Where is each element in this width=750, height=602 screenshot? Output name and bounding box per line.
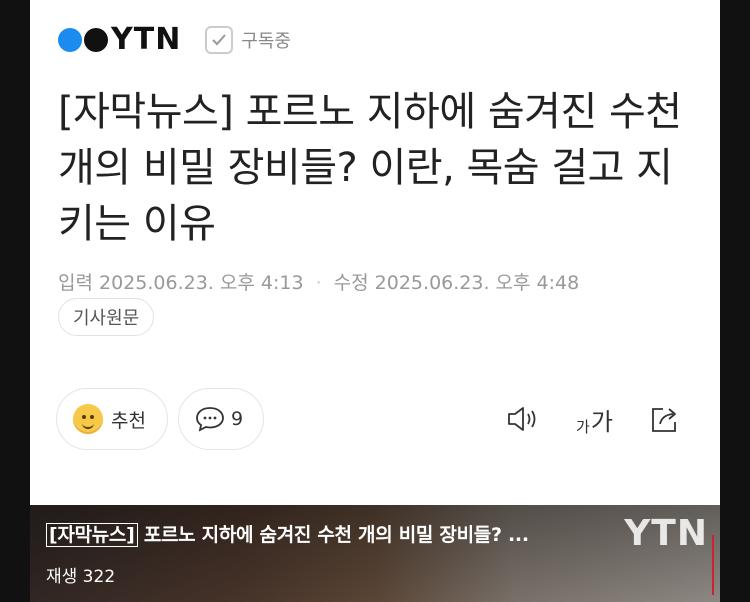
check-icon (205, 26, 234, 54)
comment-count: 9 (231, 408, 244, 430)
logo-dot-blue (58, 28, 82, 52)
modified-time: 수정 2025.06.23. 오후 4:48 (333, 272, 580, 294)
logo-text: YTN (111, 22, 182, 57)
article-tools: 가 가 (506, 398, 681, 440)
video-title-tag: [자막뉴스] (46, 523, 138, 547)
comment-button[interactable]: 9 (178, 388, 264, 450)
original-article-button[interactable]: 기사원문 (58, 298, 155, 336)
video-title: [자막뉴스] 포르노 지하에 숨겨진 수천 개의 비밀 장비들? ... (46, 520, 606, 547)
video-title-text: 포르노 지하에 숨겨진 수천 개의 비밀 장비들? ... (137, 524, 529, 546)
article-meta: 입력 2025.06.23. 오후 4:13 · 수정 2025.06.23. … (58, 268, 579, 295)
speaker-icon[interactable] (506, 405, 540, 433)
video-player[interactable]: [자막뉴스] 포르노 지하에 숨겨진 수천 개의 비밀 장비들? ... YTN… (30, 505, 720, 602)
video-background-detail (712, 535, 714, 595)
recommend-button[interactable]: 추천 (56, 388, 168, 450)
published-time: 입력 2025.06.23. 오후 4:13 (58, 272, 304, 294)
recommend-label: 추천 (111, 409, 146, 432)
font-size-button[interactable]: 가 가 (576, 402, 613, 437)
meta-separator: · (315, 272, 322, 294)
logo-dot-black (84, 28, 108, 52)
article-headline: [자막뉴스] 포르노 지하에 숨겨진 수천 개의 비밀 장비들? 이란, 목숨 … (58, 89, 682, 247)
font-size-small-label: 가 (576, 417, 590, 436)
video-play-count: 재생 322 (46, 567, 116, 587)
ytn-logo[interactable]: YTN (58, 25, 181, 55)
smile-emoji-icon (73, 404, 103, 434)
video-ytn-logo: YTN (624, 513, 708, 554)
font-size-large-label: 가 (590, 407, 613, 436)
subscribe-button[interactable]: 구독중 (205, 26, 291, 54)
subscribe-label: 구독중 (241, 31, 291, 52)
share-icon[interactable] (649, 404, 681, 434)
brand-bar: YTN 구독중 (58, 20, 291, 60)
article-page: YTN 구독중 [자막뉴스] 포르노 지하에 숨겨진 수천 개의 비밀 장비들?… (30, 0, 720, 602)
speech-bubble-icon (195, 406, 225, 432)
